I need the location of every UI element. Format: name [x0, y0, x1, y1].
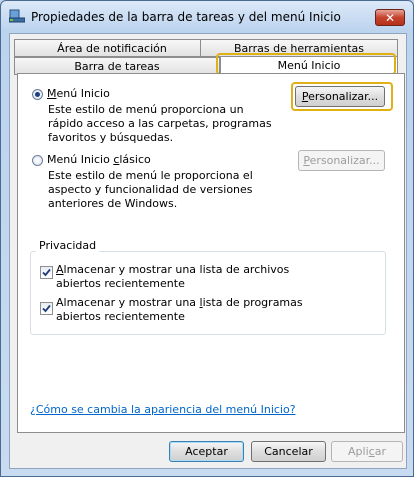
ok-button-label: Aceptar	[185, 445, 228, 458]
help-link[interactable]: ¿Cómo se cambia la apariencia del menú I…	[30, 403, 296, 416]
classic-menu-option-label: Menú Inicio clásico	[47, 153, 151, 166]
cancel-button[interactable]: Cancelar	[251, 441, 326, 462]
recent-files-checkbox[interactable]	[40, 266, 53, 279]
title-bar[interactable]: Propiedades de la barra de tareas y del …	[1, 1, 413, 33]
checkmark-icon	[42, 304, 51, 313]
start-menu-radio[interactable]	[32, 89, 43, 100]
window-title: Propiedades de la barra de tareas y del …	[31, 10, 341, 24]
tab-label: Barra de tareas	[74, 60, 160, 73]
customize-button-label: Personalizar...	[301, 90, 379, 103]
tab-notification-area[interactable]: Área de notificación	[14, 39, 210, 57]
apply-button[interactable]: Aplicar	[331, 441, 403, 462]
recent-programs-label: Almacenar y mostrar una lista de program…	[56, 296, 303, 323]
tab-label: Área de notificación	[57, 42, 167, 55]
recent-programs-checkbox[interactable]	[40, 302, 53, 315]
start-menu-option-label: Menú Inicio	[47, 87, 110, 100]
taskbar-app-icon	[9, 9, 25, 23]
tab-toolbars[interactable]: Barras de herramientas	[200, 39, 398, 57]
tab-label: Menú Inicio	[277, 59, 341, 72]
recent-files-label: Almacenar y mostrar una lista de archivo…	[56, 263, 290, 290]
cancel-button-label: Cancelar	[264, 445, 313, 458]
dialog-window: Propiedades de la barra de tareas y del …	[0, 0, 414, 477]
classic-menu-radio[interactable]	[32, 155, 43, 166]
privacy-title: Privacidad	[36, 239, 100, 252]
classic-customize-button-label: Personalizar...	[303, 154, 380, 167]
apply-button-label: Aplicar	[348, 445, 386, 458]
ok-button[interactable]: Aceptar	[169, 441, 244, 462]
checkmark-icon	[42, 268, 51, 277]
close-icon: ✕	[384, 11, 396, 25]
classic-menu-description: Este estilo de menú le proporciona el as…	[48, 169, 253, 210]
tab-label: Barras de herramientas	[234, 42, 364, 55]
classic-customize-button[interactable]: Personalizar...	[298, 150, 385, 171]
start-menu-description: Este estilo de menú proporciona un rápid…	[48, 103, 272, 144]
close-button[interactable]: ✕	[375, 9, 405, 26]
customize-button[interactable]: Personalizar...	[295, 86, 385, 107]
